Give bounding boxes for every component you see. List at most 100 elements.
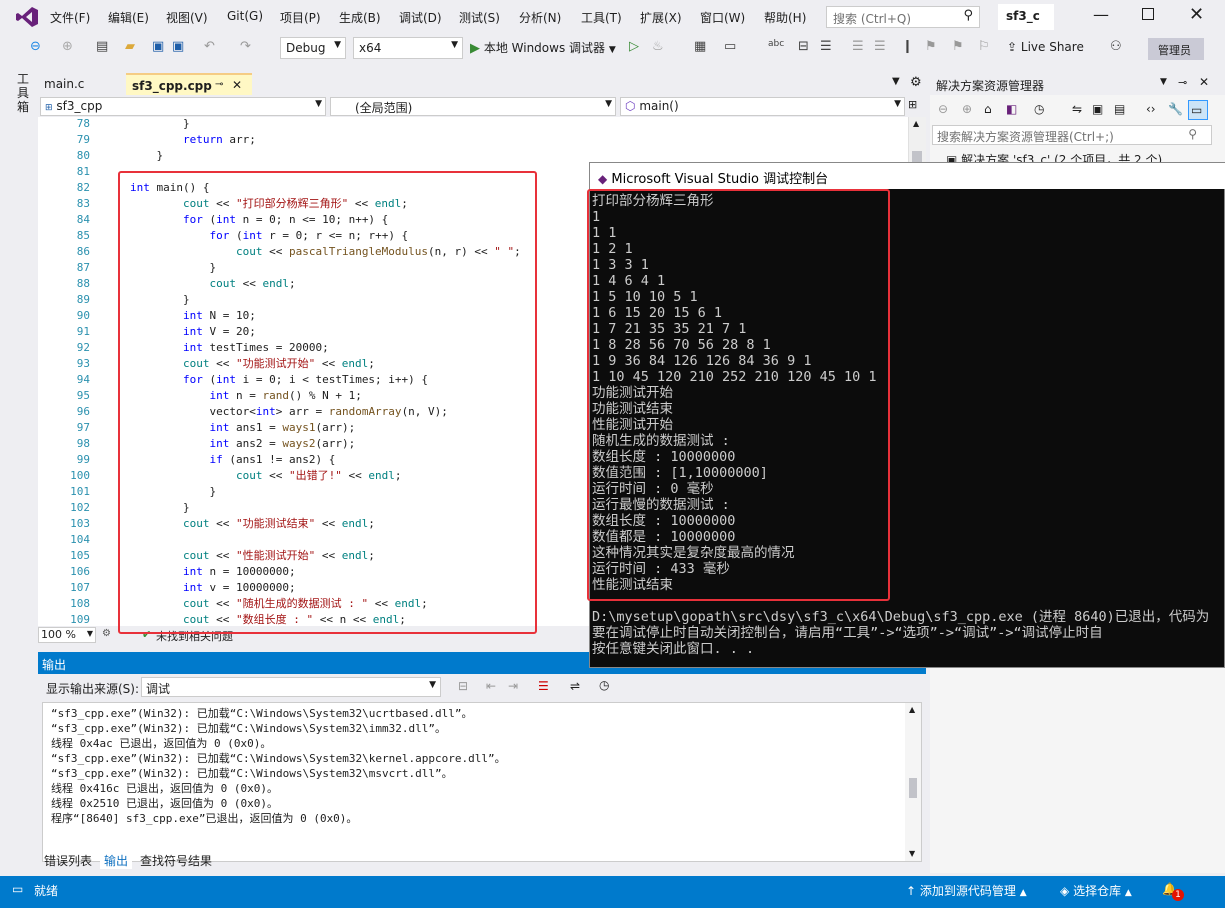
add-source-control-button[interactable]: ↑ 添加到源代码管理 ▲: [906, 882, 1027, 899]
uncomment-icon[interactable]: ☰: [874, 39, 886, 54]
bookmark-icon[interactable]: ❙: [902, 39, 913, 54]
tab-sf3-cpp[interactable]: sf3_cpp.cpp ⊸ ✕: [126, 73, 252, 95]
prev-bookmark-icon[interactable]: ⚑: [925, 39, 937, 54]
output-line: “sf3_cpp.exe”(Win32): 已加载“C:\Windows\Sys…: [51, 752, 506, 765]
menu-analyze[interactable]: 分析(N): [519, 9, 561, 26]
line-number: 99: [76, 453, 90, 466]
clear-bookmark-icon[interactable]: ⚐: [978, 39, 990, 54]
menu-help[interactable]: 帮助(H): [764, 9, 806, 26]
menu-window[interactable]: 窗口(W): [700, 9, 745, 26]
menu-build[interactable]: 生成(B): [339, 9, 381, 26]
word-wrap-icon[interactable]: ⇌: [570, 679, 580, 693]
browser-link-icon[interactable]: ▦: [694, 39, 706, 54]
line-number: 92: [76, 341, 90, 354]
pin-icon[interactable]: ⊸: [1178, 76, 1187, 89]
menu-file[interactable]: 文件(F): [50, 9, 90, 26]
sync-icon[interactable]: ⇋: [1072, 102, 1082, 116]
tools-icon[interactable]: ⚙: [102, 628, 111, 639]
format-icon[interactable]: ⊟: [798, 39, 809, 54]
menu-debug[interactable]: 调试(D): [399, 9, 442, 26]
back-icon[interactable]: ⊖: [30, 39, 41, 54]
switch-views-icon[interactable]: ◧: [1006, 102, 1017, 116]
project-combo[interactable]: ⊞ sf3_cpp ▼: [40, 97, 326, 116]
next-bookmark-icon[interactable]: ⚑: [952, 39, 964, 54]
close-icon[interactable]: ✕: [1199, 75, 1209, 89]
maximize-icon[interactable]: [1142, 8, 1154, 20]
save-all-icon[interactable]: ▣: [172, 39, 184, 54]
preview-icon[interactable]: ▭: [1188, 100, 1208, 120]
scroll-up-icon[interactable]: ▲: [909, 705, 915, 714]
home-icon[interactable]: ⌂: [984, 102, 992, 116]
comment-icon[interactable]: ☰: [852, 39, 864, 54]
notifications-button[interactable]: 🔔 1: [1162, 882, 1184, 901]
output-source-select[interactable]: 调试 ▼: [141, 677, 441, 697]
hot-reload-icon[interactable]: ♨: [652, 39, 664, 54]
tab-main-c[interactable]: main.c: [38, 73, 126, 95]
start-without-debug-icon[interactable]: ▷: [629, 39, 639, 54]
scroll-thumb[interactable]: [909, 778, 917, 798]
output-text-area[interactable]: “sf3_cpp.exe”(Win32): 已加载“C:\Windows\Sys…: [42, 702, 922, 862]
feedback-icon[interactable]: ⚇: [1110, 39, 1122, 54]
menu-tools[interactable]: 工具(T): [581, 9, 622, 26]
menu-edit[interactable]: 编辑(E): [108, 9, 149, 26]
close-tab-icon[interactable]: ✕: [232, 78, 242, 92]
indent-icon[interactable]: ☰: [820, 39, 832, 54]
forward-icon[interactable]: ⊕: [62, 39, 73, 54]
code-icon[interactable]: ‹›: [1146, 102, 1156, 116]
tab-output[interactable]: 输出: [100, 852, 133, 869]
scroll-up-icon[interactable]: ▲: [913, 119, 919, 128]
search-input[interactable]: 搜索 (Ctrl+Q) ⚲: [826, 6, 980, 28]
member-combo[interactable]: ⬡ main() ▼: [620, 97, 905, 116]
output-scrollbar[interactable]: ▲ ▼: [905, 703, 921, 861]
menu-git[interactable]: Git(G): [227, 9, 263, 23]
vs-logo-icon[interactable]: [16, 7, 38, 27]
platform-value: x64: [359, 41, 382, 55]
zoom-combo[interactable]: 100 % ▼: [38, 627, 96, 643]
menu-test[interactable]: 测试(S): [459, 9, 500, 26]
show-all-icon[interactable]: ▤: [1114, 102, 1125, 116]
code-text: return arr;: [182, 133, 256, 146]
settings-icon[interactable]: ⚙: [910, 75, 922, 90]
split-icon[interactable]: ⊞: [908, 98, 917, 111]
menu-view[interactable]: 视图(V): [166, 9, 208, 26]
menu-extensions[interactable]: 扩展(X): [640, 9, 682, 26]
menu-project[interactable]: 项目(P): [280, 9, 321, 26]
back-icon[interactable]: ⊖: [938, 102, 948, 116]
find-output-icon[interactable]: ⊟: [458, 679, 468, 693]
select-repo-button[interactable]: ◈ 选择仓库 ▲: [1060, 882, 1132, 899]
config-select[interactable]: Debug ▼: [280, 37, 346, 59]
minimize-icon[interactable]: —: [1093, 5, 1109, 24]
close-icon[interactable]: ✕: [1189, 4, 1204, 25]
layout-icon[interactable]: ▭: [724, 39, 736, 54]
chevron-down-icon[interactable]: ▼: [1160, 77, 1167, 87]
prev-message-icon[interactable]: ⇤: [486, 679, 496, 693]
live-share-button[interactable]: ⇪ Live Share: [1007, 40, 1084, 54]
line-number: 101: [70, 485, 90, 498]
save-icon[interactable]: ▣: [152, 39, 164, 54]
spellcheck-icon[interactable]: abc: [768, 39, 784, 49]
open-folder-icon[interactable]: ▰: [125, 39, 135, 54]
scope-combo[interactable]: (全局范围) ▼: [330, 97, 616, 116]
output-source-label: 显示输出来源(S):: [46, 682, 140, 696]
tab-find-symbol-results[interactable]: 查找符号结果: [140, 852, 212, 869]
pin-icon[interactable]: ⊸: [215, 79, 223, 90]
pending-changes-icon[interactable]: ◷: [1034, 102, 1044, 116]
forward-icon[interactable]: ⊕: [962, 102, 972, 116]
new-project-icon[interactable]: ▤: [96, 39, 108, 54]
line-number: 102: [70, 501, 90, 514]
undo-icon[interactable]: ↶: [204, 39, 215, 54]
admin-badge[interactable]: 管理员: [1148, 38, 1204, 60]
redo-icon[interactable]: ↷: [240, 39, 251, 54]
run-debugger-button[interactable]: ▶ 本地 Windows 调试器 ▼: [470, 39, 616, 56]
collapse-icon[interactable]: ▣: [1092, 102, 1103, 116]
next-message-icon[interactable]: ⇥: [508, 679, 518, 693]
clear-all-icon[interactable]: ☰: [538, 679, 549, 693]
timestamp-icon[interactable]: ◷: [599, 678, 609, 692]
chevron-down-icon: ▼: [429, 680, 436, 690]
platform-select[interactable]: x64 ▼: [353, 37, 463, 59]
toolbox-tab[interactable]: 工具箱: [17, 72, 31, 114]
properties-icon[interactable]: 🔧: [1168, 102, 1183, 116]
tab-list-icon[interactable]: ▼: [892, 76, 900, 87]
tab-error-list[interactable]: 错误列表: [44, 852, 92, 869]
solution-search-input[interactable]: 搜索解决方案资源管理器(Ctrl+;) ⚲: [932, 125, 1212, 145]
